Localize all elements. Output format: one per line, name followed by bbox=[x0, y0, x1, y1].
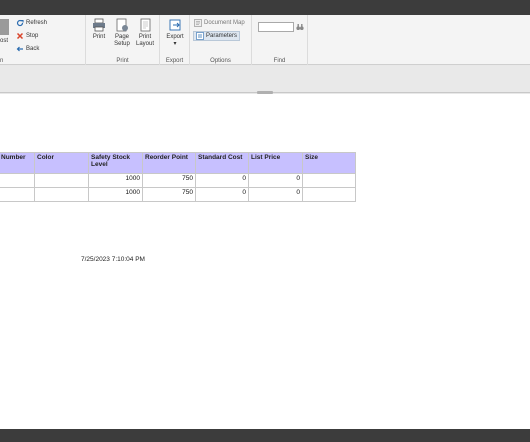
find-group-label: Find bbox=[273, 58, 286, 64]
report-timestamp: 7/25/2023 7:10:04 PM bbox=[81, 256, 145, 263]
stop-label: Stop bbox=[26, 33, 39, 39]
page-setup-icon bbox=[116, 18, 128, 32]
table-cell bbox=[0, 187, 35, 202]
refresh-button[interactable]: Refresh bbox=[16, 18, 47, 28]
parameters-button[interactable]: Parameters bbox=[193, 31, 241, 41]
back-arrow-icon bbox=[16, 46, 23, 52]
table-cell bbox=[302, 173, 356, 188]
taskbar bbox=[0, 429, 530, 442]
table-cell: 750 bbox=[142, 187, 196, 202]
ribbon: ost Refresh Stop Back n Print Page Setup… bbox=[0, 15, 530, 65]
table-cell bbox=[302, 187, 356, 202]
column-header: Size bbox=[302, 152, 356, 174]
table-cell: 1000 bbox=[88, 173, 143, 188]
table-cell: 750 bbox=[142, 173, 196, 188]
report-toolbar-strip bbox=[0, 66, 530, 93]
document-map-button[interactable]: Document Map bbox=[194, 18, 245, 28]
page-setup-button[interactable]: Page Setup bbox=[111, 18, 133, 48]
table-cell: 1000 bbox=[88, 187, 143, 202]
export-group: Export ▾ Export bbox=[160, 15, 190, 65]
title-bar bbox=[0, 0, 530, 15]
print-layout-button[interactable]: Print Layout bbox=[134, 18, 156, 48]
print-layout-label-2: Layout bbox=[135, 41, 154, 47]
run-report-icon[interactable] bbox=[0, 19, 9, 35]
table-cell bbox=[0, 173, 35, 188]
page-setup-label-2: Setup bbox=[114, 41, 130, 47]
print-layout-icon bbox=[140, 18, 151, 32]
table-cell: 0 bbox=[195, 187, 249, 202]
page-setup-label-1: Page bbox=[114, 34, 129, 40]
column-header: Safety Stock Level bbox=[88, 152, 143, 174]
column-header: Standard Cost bbox=[195, 152, 249, 174]
back-label: Back bbox=[26, 46, 40, 52]
run-report-label: ost bbox=[0, 38, 9, 44]
run-group-label: n bbox=[0, 58, 4, 64]
print-button[interactable]: Print bbox=[88, 18, 110, 41]
print-group-label: Print bbox=[116, 58, 129, 64]
options-group: Document Map Parameters Options bbox=[190, 15, 252, 65]
refresh-label: Refresh bbox=[26, 20, 48, 26]
export-dropdown-arrow[interactable]: ▾ bbox=[164, 41, 186, 48]
table-header-row: Number Color Safety Stock Level Reorder … bbox=[0, 152, 356, 174]
printer-icon bbox=[93, 18, 105, 32]
table-cell: 0 bbox=[248, 187, 303, 202]
column-header: Reorder Point bbox=[142, 152, 196, 174]
table-cell bbox=[34, 173, 89, 188]
report-table: Number Color Safety Stock Level Reorder … bbox=[0, 152, 356, 202]
document-map-label: Document Map bbox=[204, 20, 245, 26]
stop-button[interactable]: Stop bbox=[16, 31, 38, 41]
document-map-icon bbox=[194, 19, 202, 27]
stop-icon bbox=[16, 32, 24, 40]
binoculars-icon[interactable] bbox=[296, 23, 304, 31]
print-label: Print bbox=[92, 34, 106, 40]
refresh-icon bbox=[16, 19, 24, 27]
parameters-icon bbox=[196, 32, 204, 40]
table-row: 1000 750 0 0 bbox=[0, 187, 356, 202]
export-label: Export bbox=[166, 34, 184, 40]
report-viewer: Number Color Safety Stock Level Reorder … bbox=[0, 94, 530, 429]
column-header: List Price bbox=[248, 152, 303, 174]
table-row: 1000 750 0 0 bbox=[0, 173, 356, 188]
table-cell bbox=[34, 187, 89, 202]
back-button[interactable]: Back bbox=[16, 44, 39, 54]
print-layout-label-1: Print bbox=[138, 34, 152, 40]
export-group-label: Export bbox=[165, 58, 184, 64]
table-cell: 0 bbox=[195, 173, 249, 188]
export-button[interactable]: Export ▾ bbox=[164, 18, 186, 48]
find-input[interactable] bbox=[258, 22, 294, 32]
column-header: Color bbox=[34, 152, 89, 174]
parameters-label: Parameters bbox=[206, 33, 238, 39]
run-group: ost Refresh Stop Back n bbox=[0, 15, 86, 65]
print-group: Print Page Setup Print Layout Print bbox=[86, 15, 160, 65]
options-group-label: Options bbox=[210, 58, 231, 64]
column-header: Number bbox=[0, 152, 35, 174]
table-cell: 0 bbox=[248, 173, 303, 188]
export-icon bbox=[169, 19, 181, 31]
